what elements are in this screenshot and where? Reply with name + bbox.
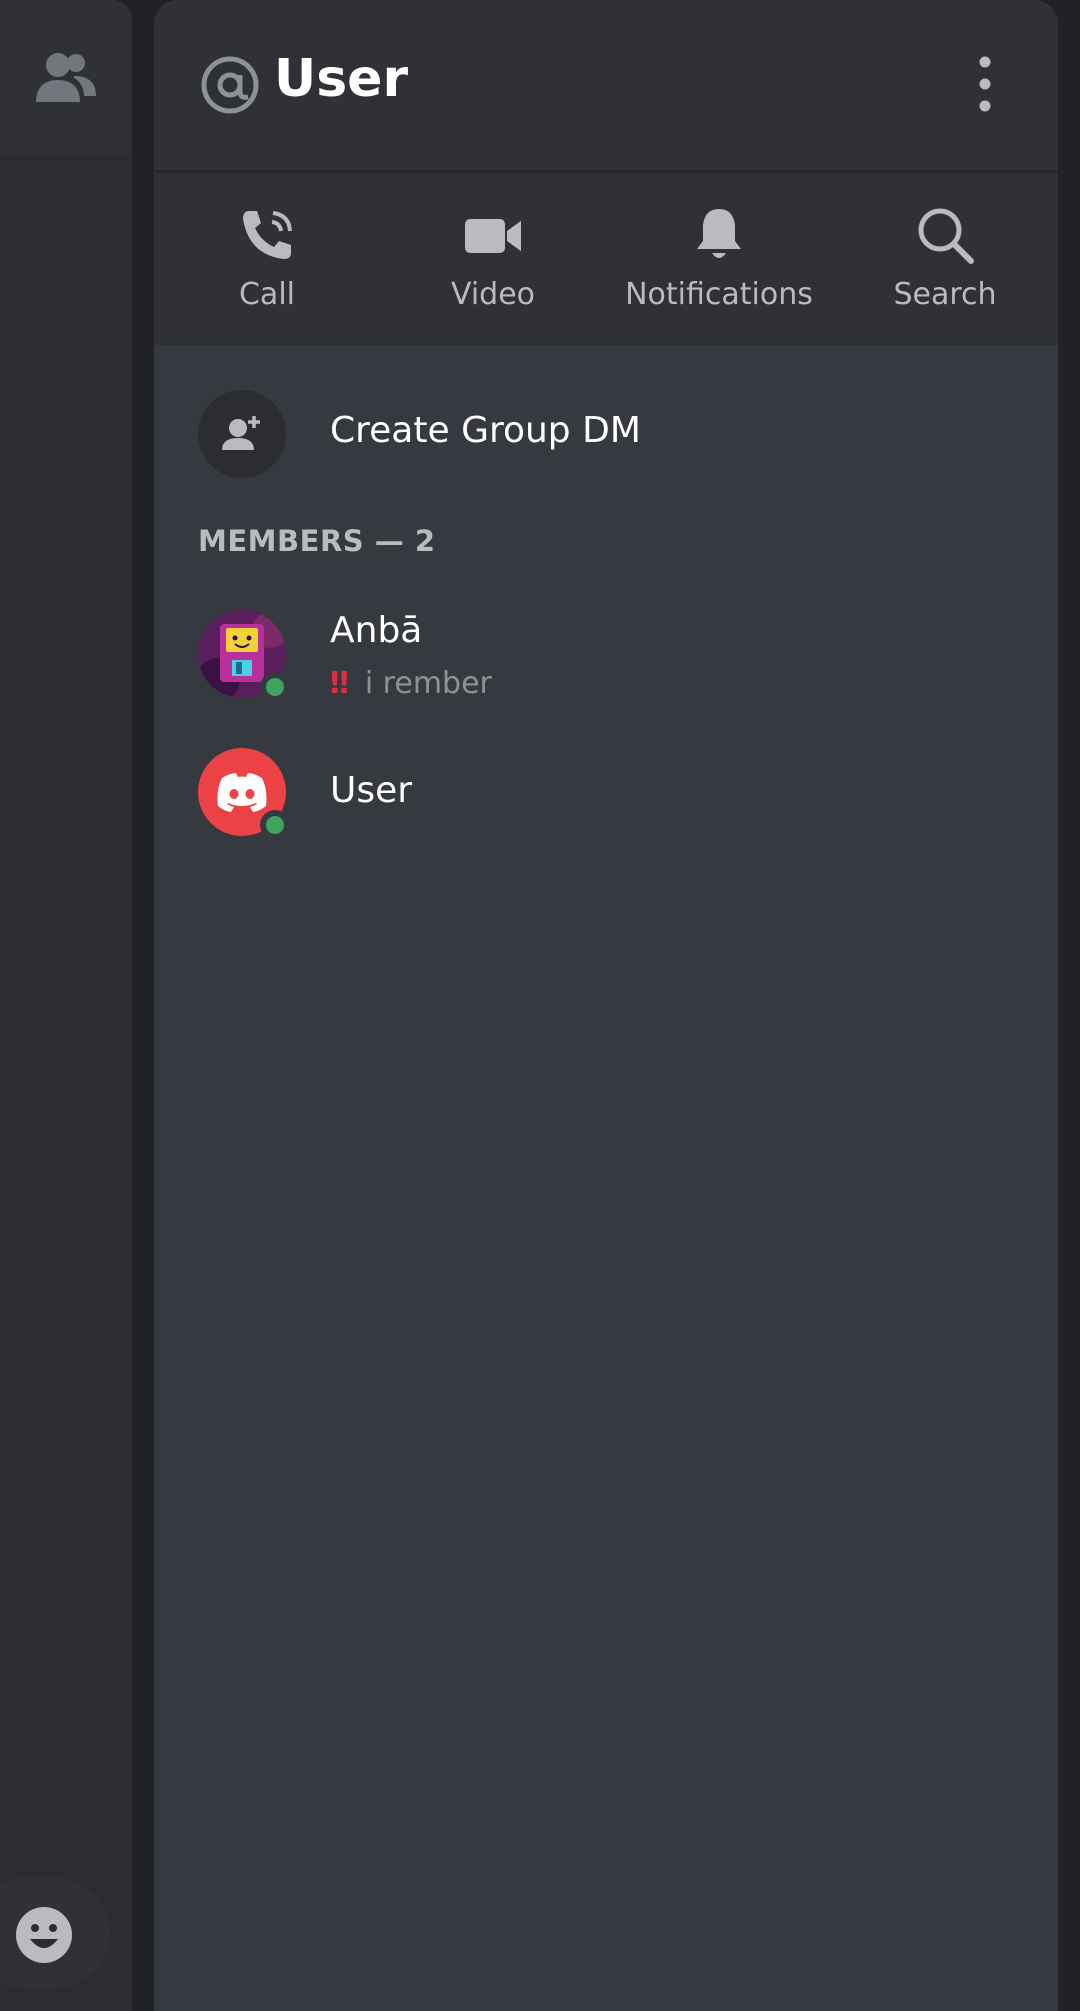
online-status-indicator: [260, 672, 290, 702]
search-icon: [918, 208, 974, 264]
background-chat-strip: [0, 0, 132, 2011]
search-button[interactable]: Search: [832, 173, 1058, 345]
notifications-button[interactable]: Notifications: [606, 173, 832, 345]
dm-details-panel: User Call Video Notifications Search Cre…: [154, 0, 1058, 2011]
create-group-dm-label: Create Group DM: [330, 410, 641, 451]
emoji-icon[interactable]: [14, 1905, 74, 1965]
members-header: MEMBERS — 2: [198, 524, 436, 558]
call-button[interactable]: Call: [154, 173, 380, 345]
search-label: Search: [893, 277, 997, 312]
online-status-indicator: [260, 810, 290, 840]
status-emoji: ‼: [330, 666, 349, 701]
member-name: User: [330, 770, 413, 811]
more-options-icon[interactable]: [970, 54, 1000, 114]
member-name: Anbā: [330, 610, 423, 651]
notifications-label: Notifications: [625, 277, 813, 312]
bell-icon: [697, 209, 741, 258]
create-group-dm-button[interactable]: Create Group DM: [198, 390, 1018, 478]
call-label: Call: [238, 277, 295, 312]
custom-status: ‼ i rember: [330, 666, 492, 701]
add-user-icon: [222, 416, 260, 450]
video-button[interactable]: Video: [380, 173, 606, 345]
page-title: User: [274, 49, 409, 109]
video-camera-icon: [465, 219, 521, 253]
panel-header: User: [154, 0, 1058, 173]
video-label: Video: [450, 277, 536, 312]
create-group-icon-container: [198, 390, 286, 478]
actions-bar: Call Video Notifications Search: [154, 173, 1058, 345]
status-text: i rember: [364, 666, 492, 701]
member-row-user[interactable]: User: [198, 748, 1018, 840]
at-sign-icon: [201, 56, 259, 114]
member-row-anba[interactable]: Anbā ‼ i rember: [198, 610, 1018, 702]
phone-icon: [243, 211, 292, 259]
members-icon[interactable]: [34, 50, 98, 104]
